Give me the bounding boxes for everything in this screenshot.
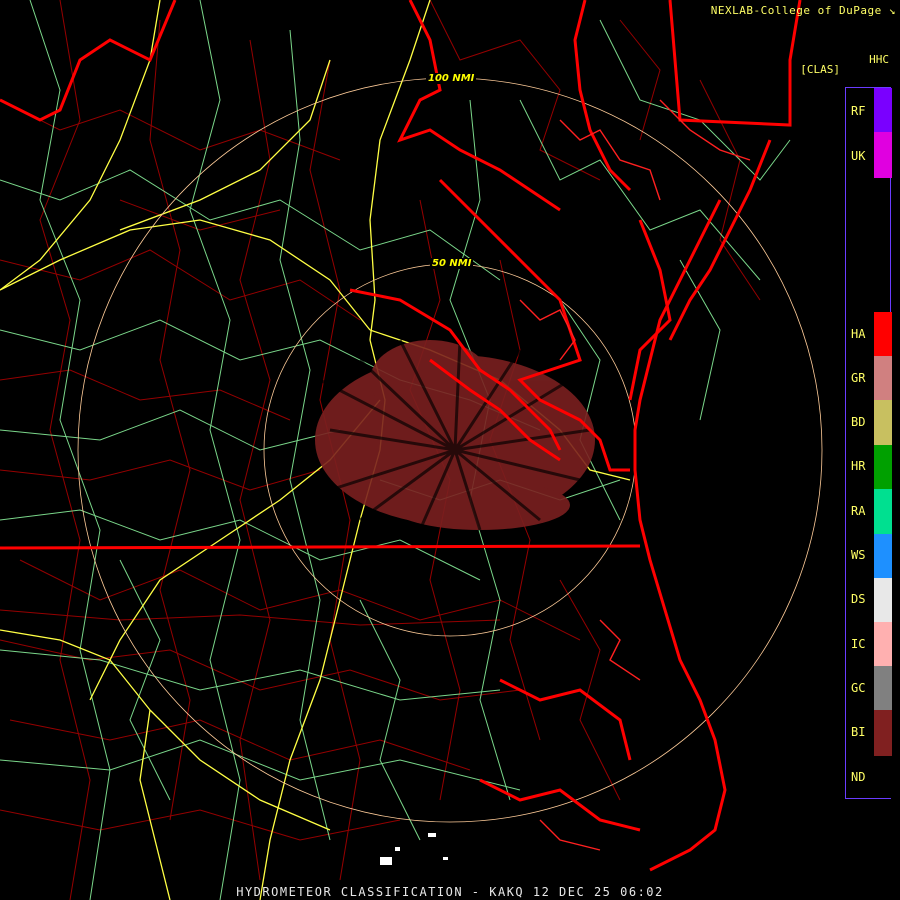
legend-label-rf: RF: [851, 104, 866, 118]
legend-label-gr: GR: [851, 371, 866, 385]
legend-label-ws: WS: [851, 548, 866, 562]
legend-swatch-uk: [874, 132, 892, 178]
legend-label-hr: HR: [851, 459, 866, 473]
legend-swatch-rf: [874, 88, 892, 132]
range-ring-label-outer: 100 NMI: [426, 73, 477, 84]
legend-label-gc: GC: [851, 681, 866, 695]
legend-swatch-ds: [874, 578, 892, 622]
product-title: HYDROMETEOR CLASSIFICATION - KAKQ 12 DEC…: [236, 885, 664, 899]
range-ring-label-inner: 50 NMI: [430, 258, 474, 269]
credit-text[interactable]: NEXLAB-College of DuPage ↘: [711, 4, 896, 17]
product-code: HHC: [869, 53, 889, 66]
legend-swatch-hr: [874, 445, 892, 489]
legend-label-ha: HA: [851, 327, 866, 341]
legend-label-nd: ND: [851, 770, 866, 784]
legend-label-bi: BI: [851, 725, 866, 739]
legend-swatch-gr: [874, 356, 892, 400]
arrow-out-icon: ↘: [888, 4, 896, 17]
legend-swatch-ic: [874, 622, 892, 666]
legend-label-ic: IC: [851, 637, 866, 651]
legend-swatch-nd: [874, 756, 892, 798]
credit-label: NEXLAB-College of DuPage: [710, 4, 882, 17]
legend-label-ds: DS: [851, 592, 866, 606]
legend-label-ra: RA: [851, 504, 866, 518]
legend-swatch-ra: [874, 489, 892, 534]
clear-air-echoes: [380, 833, 448, 865]
legend-label-bd: BD: [851, 415, 866, 429]
legend-swatch-gc: [874, 666, 892, 710]
legend-label-uk: UK: [851, 149, 866, 163]
product-tag: [CLAS]: [800, 63, 840, 76]
radar-map: [0, 0, 823, 900]
legend-swatch-ha: [874, 312, 892, 356]
legend-swatch-bd: [874, 400, 892, 445]
legend-swatch-ws: [874, 534, 892, 578]
legend-swatch-bi: [874, 710, 892, 756]
